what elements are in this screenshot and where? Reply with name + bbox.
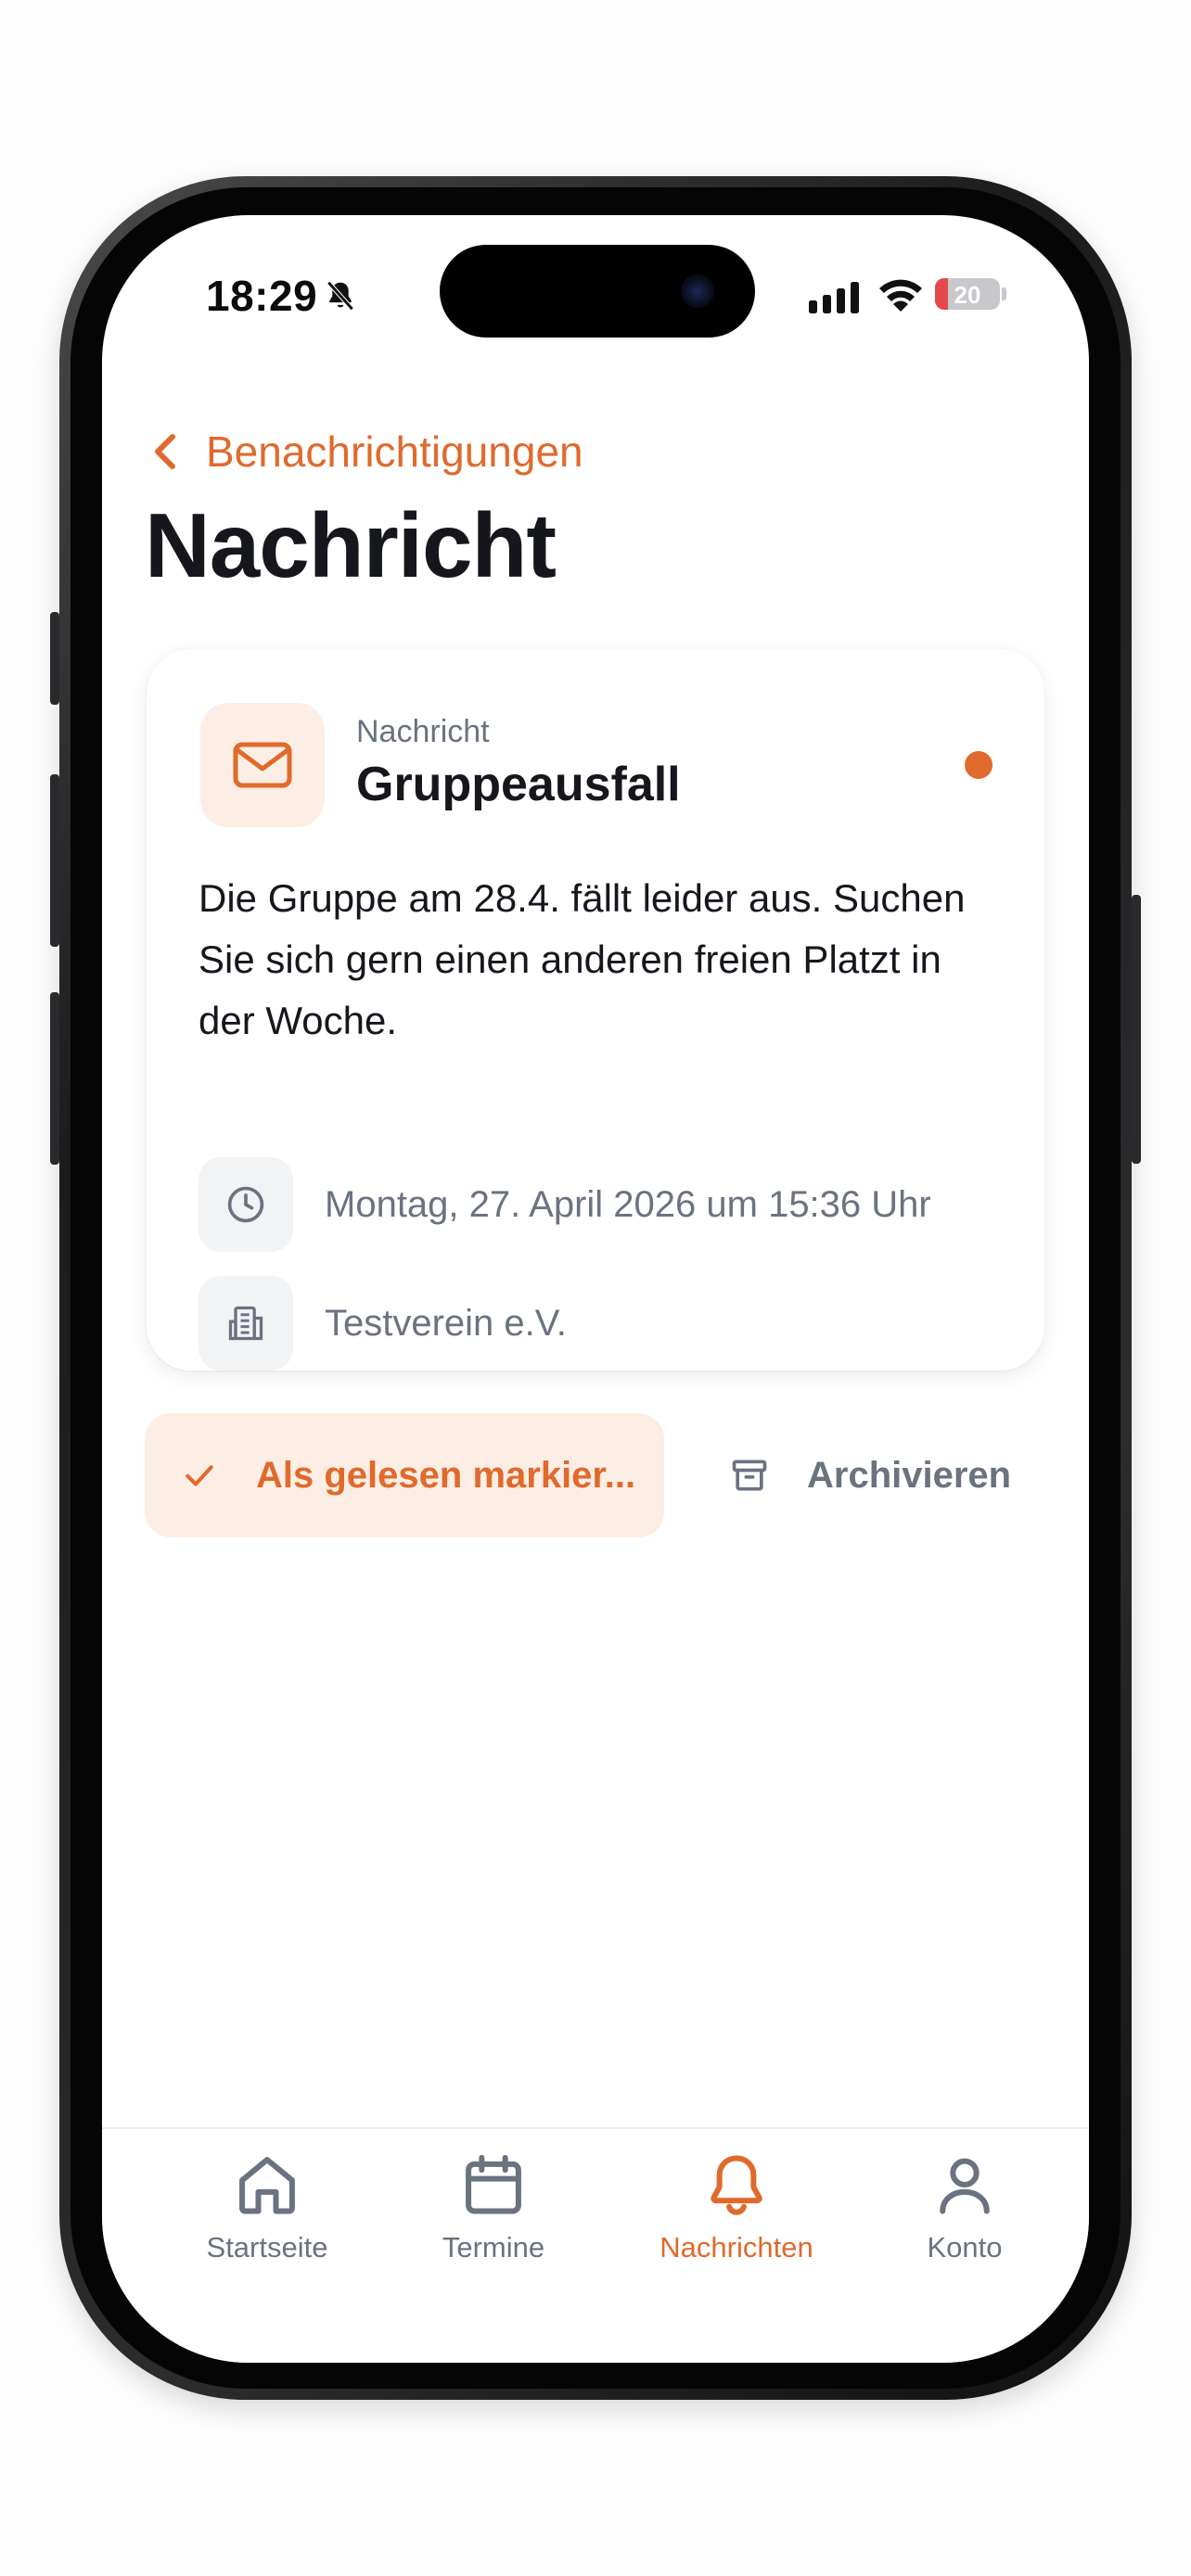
back-label: Benachrichtigungen xyxy=(206,427,583,476)
cellular-signal-icon xyxy=(809,282,859,313)
meta-icon-box xyxy=(198,1276,293,1371)
archive-label: Archivieren xyxy=(807,1454,1012,1496)
bell-icon xyxy=(711,2155,762,2215)
tab-label: Nachrichten xyxy=(660,2231,813,2264)
tab-startseite[interactable]: Startseite xyxy=(165,2149,369,2264)
tab-label: Konto xyxy=(927,2231,1003,2264)
dynamic-island xyxy=(440,245,755,338)
archive-button[interactable]: Archivieren xyxy=(729,1413,1011,1537)
tab-nachrichten[interactable]: Nachrichten xyxy=(634,2149,839,2264)
message-title: Gruppeausfall xyxy=(356,758,681,811)
home-icon xyxy=(239,2157,295,2214)
chevron-left-icon xyxy=(155,434,175,469)
clock-icon xyxy=(227,1186,264,1223)
message-card: Nachricht Gruppeausfall Die Gruppe am 28… xyxy=(147,649,1044,1371)
mark-as-read-button[interactable]: Als gelesen markier... xyxy=(145,1413,664,1537)
envelope-icon xyxy=(233,742,292,788)
unread-indicator xyxy=(965,751,992,779)
meta-icon-box xyxy=(198,1157,293,1252)
message-date-row: Montag, 27. April 2026 um 15:36 Uhr xyxy=(198,1157,931,1252)
message-type-badge xyxy=(200,703,325,827)
action-button xyxy=(50,612,59,705)
page-title: Nachricht xyxy=(145,494,557,596)
power-button xyxy=(1132,895,1141,1164)
volume-down-button xyxy=(50,992,59,1165)
status-time: 18:29 xyxy=(206,272,318,320)
battery-icon: 20 xyxy=(935,278,1000,310)
message-date: Montag, 27. April 2026 um 15:36 Uhr xyxy=(325,1183,931,1225)
back-button[interactable]: Benachrichtigungen xyxy=(148,427,583,477)
volume-up-button xyxy=(50,774,59,947)
user-icon xyxy=(940,2158,990,2214)
tab-konto[interactable]: Konto xyxy=(863,2149,1067,2264)
message-organization: Testverein e.V. xyxy=(325,1302,567,1344)
building-icon xyxy=(228,1306,263,1341)
tab-bar: Startseite Termine Nachrichten Konto xyxy=(102,2127,1089,2363)
front-camera xyxy=(681,274,714,308)
mark-as-read-label: Als gelesen markier... xyxy=(256,1454,636,1496)
tab-label: Termine xyxy=(442,2231,545,2264)
battery-label: 20 xyxy=(954,281,981,309)
bell-slash-icon xyxy=(327,281,354,311)
message-organization-row: Testverein e.V. xyxy=(198,1276,567,1371)
archive-icon xyxy=(732,1460,767,1491)
calendar-icon xyxy=(466,2154,521,2214)
tab-termine[interactable]: Termine xyxy=(391,2149,596,2264)
wifi-icon xyxy=(879,279,922,312)
screen: 18:29 20 Benachrichtigungen Nachricht Na… xyxy=(102,215,1089,2363)
checkmark-icon xyxy=(186,1465,213,1486)
message-body: Die Gruppe am 28.4. fällt leider aus. Su… xyxy=(198,876,966,1042)
battery-terminal xyxy=(1002,287,1006,300)
message-type-label: Nachricht xyxy=(356,714,490,749)
tab-label: Startseite xyxy=(206,2231,328,2264)
